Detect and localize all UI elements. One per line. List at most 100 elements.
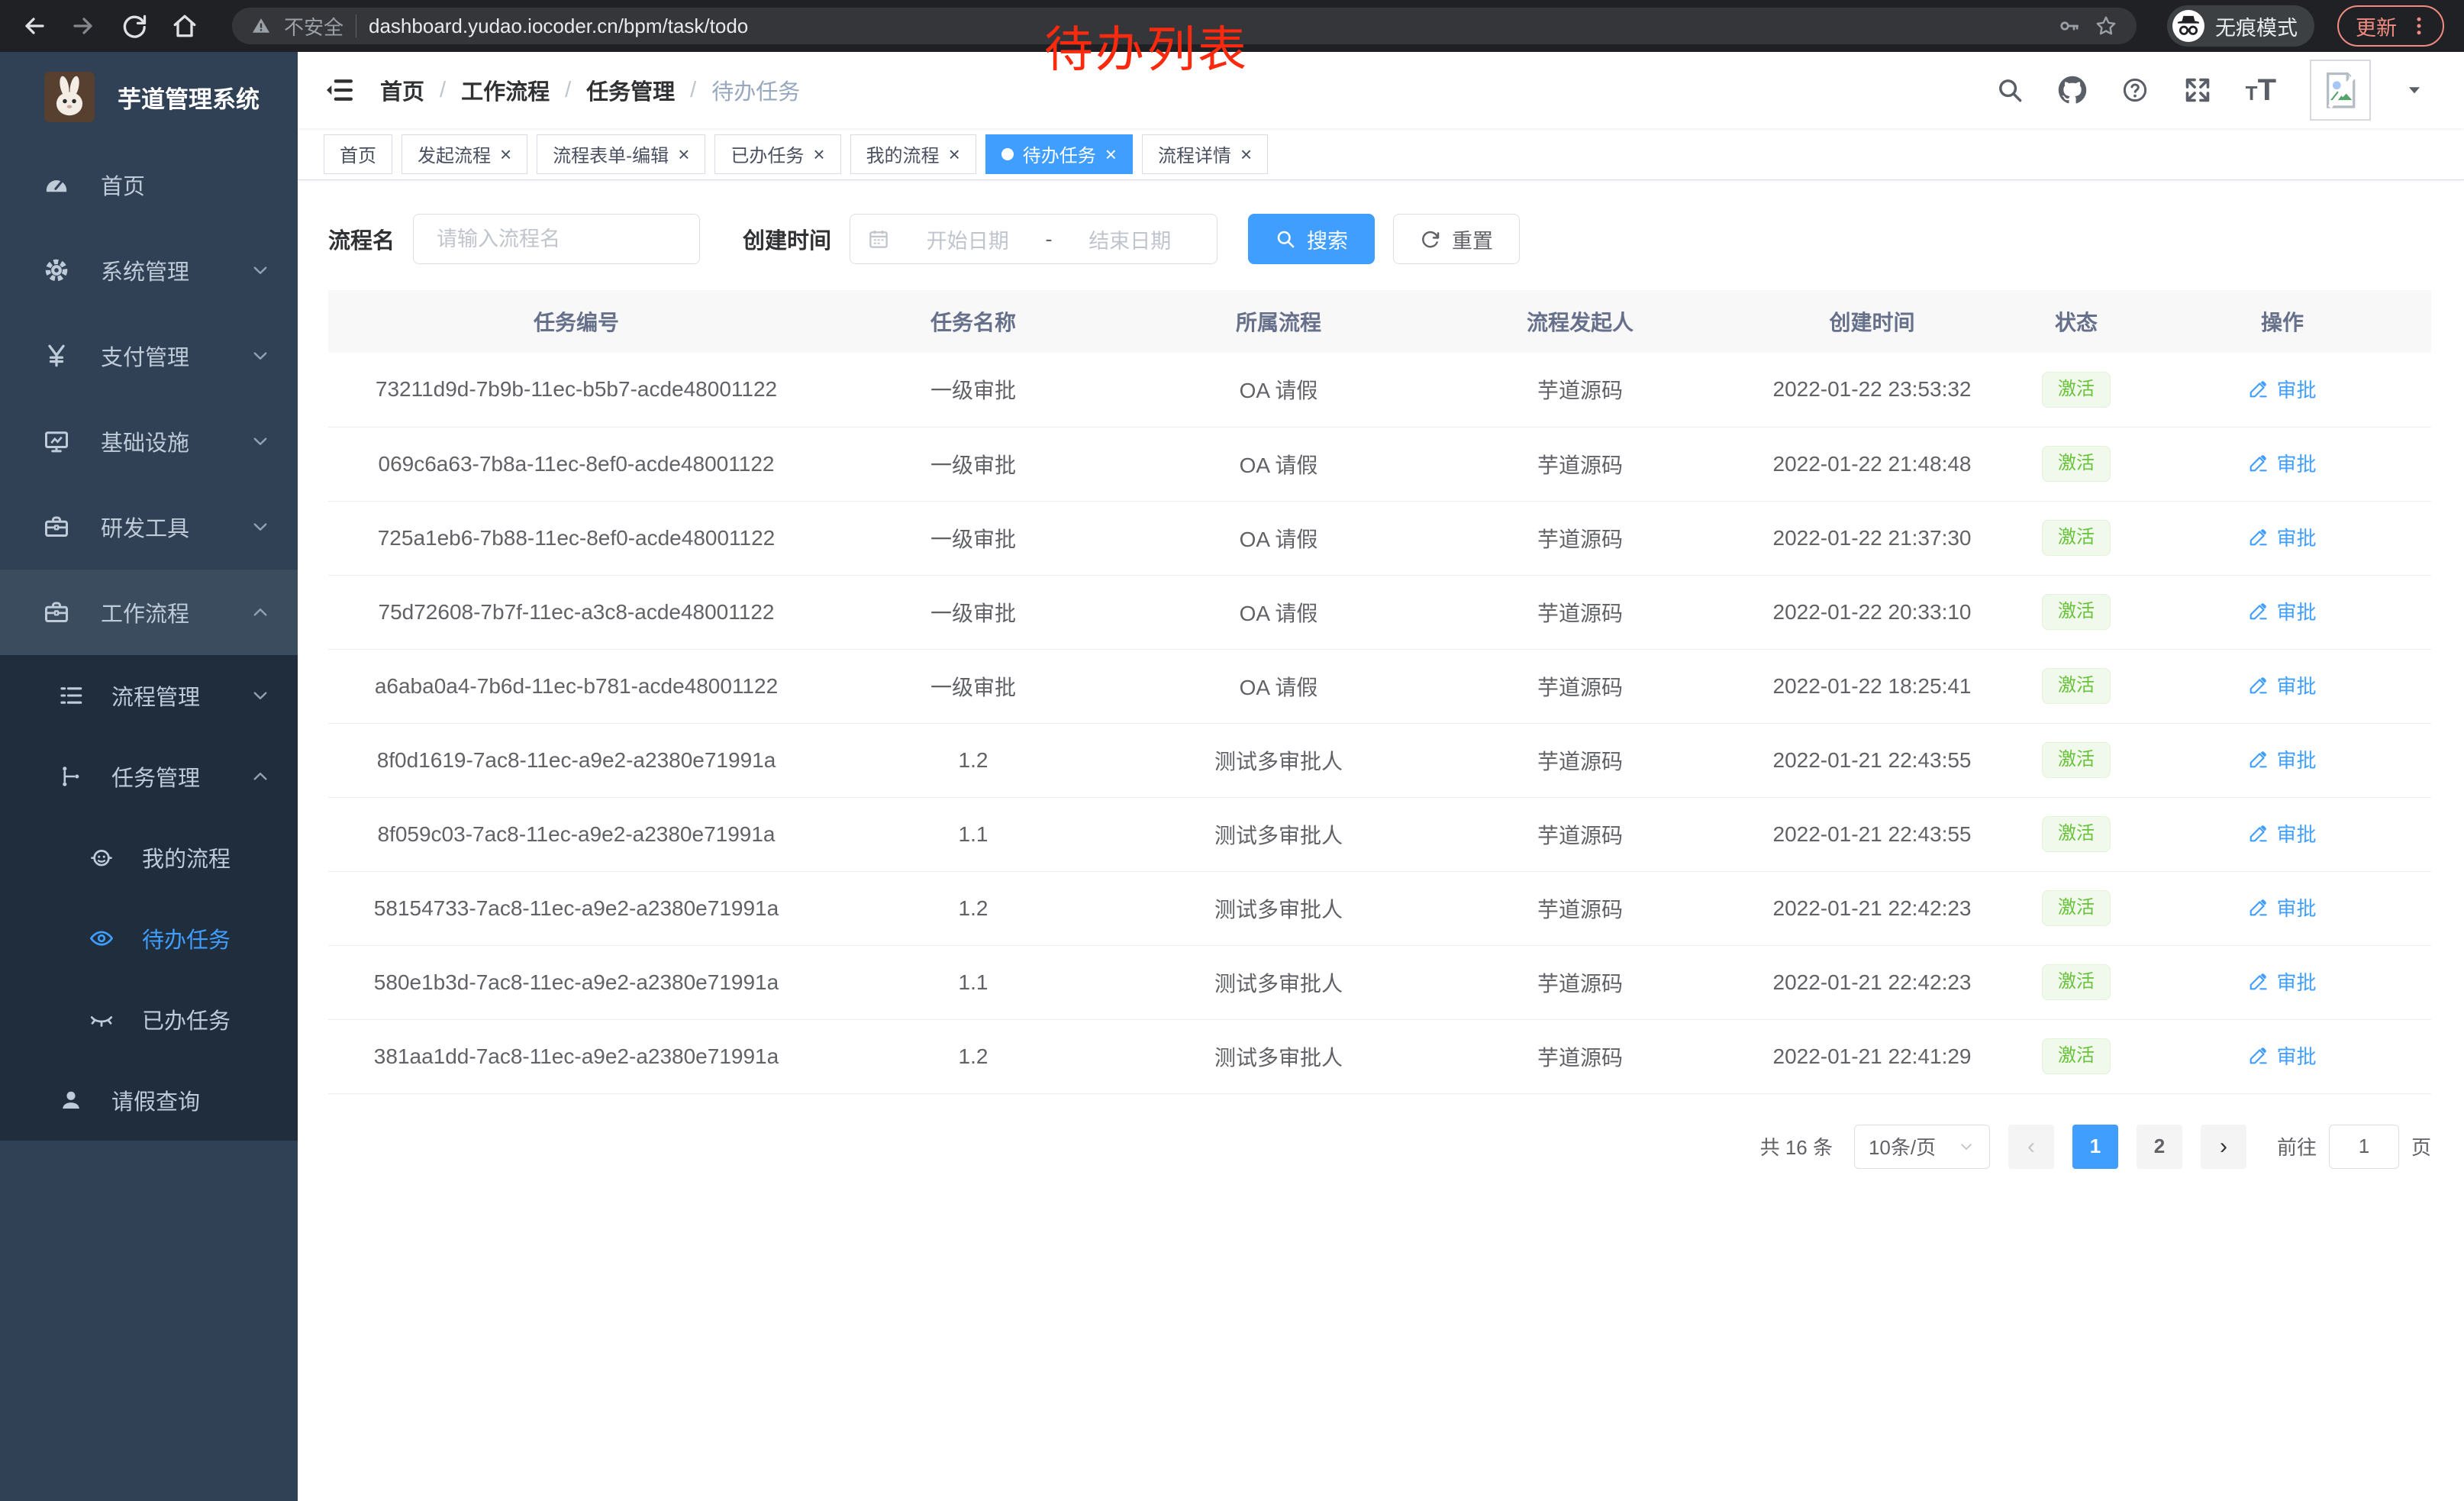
cell-task-id: 73211d9d-7b9b-11ec-b5b7-acde48001122 <box>328 353 824 427</box>
sidebar-item-infra[interactable]: 基础设施 <box>0 399 298 484</box>
table-row[interactable]: a6aba0a4-7b6d-11ec-b781-acde48001122 一级审… <box>328 649 2431 723</box>
browser-back-icon[interactable] <box>20 12 47 40</box>
table-row[interactable]: 58154733-7ac8-11ec-a9e2-a2380e71991a 1.2… <box>328 871 2431 945</box>
tab-process-detail[interactable]: 流程详情× <box>1142 134 1268 174</box>
pencil-icon <box>2248 675 2269 696</box>
approve-link[interactable]: 审批 <box>2248 745 2316 773</box>
total-count: 共 16 条 <box>1760 1132 1833 1160</box>
tab-start-process[interactable]: 发起流程× <box>402 134 527 174</box>
breadcrumb-task-mgmt[interactable]: 任务管理 <box>586 74 675 106</box>
tab-close-icon[interactable]: × <box>1105 144 1117 164</box>
github-icon[interactable] <box>2058 76 2087 105</box>
sidebar-item-process-mgmt[interactable]: 流程管理 <box>0 655 298 736</box>
cell-create-time: 2022-01-21 22:41:29 <box>1725 1019 2019 1093</box>
search-icon[interactable] <box>1995 76 2024 105</box>
chevron-down-icon <box>249 515 272 538</box>
sidebar-item-devtools[interactable]: 研发工具 <box>0 484 298 570</box>
tab-done-tasks[interactable]: 已办任务× <box>714 134 840 174</box>
search-icon <box>1275 228 1296 250</box>
reset-button[interactable]: 重置 <box>1393 214 1520 264</box>
cell-task-id: 381aa1dd-7ac8-11ec-a9e2-a2380e71991a <box>328 1019 824 1093</box>
breadcrumb-home[interactable]: 首页 <box>380 74 424 106</box>
font-size-icon[interactable]: TT <box>2246 73 2276 108</box>
search-button-label: 搜索 <box>1307 224 1348 254</box>
page-button-2[interactable]: 2 <box>2137 1125 2182 1169</box>
cell-task-id: 725a1eb6-7b88-11ec-8ef0-acde48001122 <box>328 501 824 575</box>
tab-close-icon[interactable]: × <box>500 144 511 164</box>
page-size-value: 10条/页 <box>1869 1132 1936 1160</box>
approve-link[interactable]: 审批 <box>2248 967 2316 996</box>
browser-menu-icon[interactable] <box>2408 15 2430 37</box>
security-label: 不安全 <box>284 12 343 40</box>
sidebar-item-done-tasks[interactable]: 已办任务 <box>0 979 298 1060</box>
approve-link[interactable]: 审批 <box>2248 523 2316 551</box>
sidebar-item-leave-query[interactable]: 请假查询 <box>0 1060 298 1141</box>
browser-forward-icon[interactable] <box>70 12 98 40</box>
sidebar-item-todo-tasks[interactable]: 待办任务 <box>0 898 298 979</box>
tab-close-icon[interactable]: × <box>1240 144 1252 164</box>
approve-link[interactable]: 审批 <box>2248 375 2316 403</box>
broken-image-icon <box>2319 69 2362 111</box>
date-range-picker[interactable]: 开始日期 - 结束日期 <box>850 214 1217 264</box>
tab-close-icon[interactable]: × <box>813 144 824 164</box>
sidebar-item-payment[interactable]: 支付管理 <box>0 313 298 399</box>
table-row[interactable]: 8f059c03-7ac8-11ec-a9e2-a2380e71991a 1.1… <box>328 797 2431 871</box>
cell-actions: 审批 <box>2133 723 2431 797</box>
browser-home-icon[interactable] <box>171 12 198 40</box>
cell-starter: 芋道源码 <box>1435 501 1725 575</box>
cell-task-name: 一级审批 <box>824 501 1122 575</box>
approve-link[interactable]: 审批 <box>2248 597 2316 625</box>
page-button-1[interactable]: 1 <box>2072 1125 2118 1169</box>
top-navbar: 首页 / 工作流程 / 任务管理 / 待办任务 TT <box>298 52 2464 128</box>
tab-todo-tasks[interactable]: 待办任务× <box>985 134 1133 174</box>
sidebar-fold-icon[interactable] <box>324 75 354 105</box>
table-row[interactable]: 725a1eb6-7b88-11ec-8ef0-acde48001122 一级审… <box>328 501 2431 575</box>
breadcrumb: 首页 / 工作流程 / 任务管理 / 待办任务 <box>380 74 800 106</box>
app-logo-row[interactable]: 芋道管理系统 <box>0 52 298 142</box>
prev-page-button[interactable]: ‹ <box>2008 1125 2054 1169</box>
avatar-caret-icon[interactable] <box>2404 80 2424 100</box>
cell-status: 激活 <box>2019 501 2133 575</box>
cell-status: 激活 <box>2019 649 2133 723</box>
cell-create-time: 2022-01-21 22:42:23 <box>1725 945 2019 1019</box>
table-row[interactable]: 75d72608-7b7f-11ec-a3c8-acde48001122 一级审… <box>328 575 2431 649</box>
cell-process: OA 请假 <box>1122 427 1435 501</box>
breadcrumb-workflow[interactable]: 工作流程 <box>461 74 550 106</box>
search-button[interactable]: 搜索 <box>1248 214 1375 264</box>
table-row[interactable]: 73211d9d-7b9b-11ec-b5b7-acde48001122 一级审… <box>328 353 2431 427</box>
table-row[interactable]: 8f0d1619-7ac8-11ec-a9e2-a2380e71991a 1.2… <box>328 723 2431 797</box>
approve-link[interactable]: 审批 <box>2248 449 2316 477</box>
start-date-placeholder[interactable]: 开始日期 <box>898 224 1038 254</box>
tab-form-edit[interactable]: 流程表单-编辑× <box>537 134 705 174</box>
tab-close-icon[interactable]: × <box>949 144 960 164</box>
approve-link[interactable]: 审批 <box>2248 671 2316 699</box>
sidebar-item-home[interactable]: 首页 <box>0 142 298 228</box>
password-key-icon[interactable] <box>2057 14 2082 38</box>
cell-starter: 芋道源码 <box>1435 649 1725 723</box>
approve-link[interactable]: 审批 <box>2248 1041 2316 1070</box>
next-page-button[interactable]: › <box>2201 1125 2246 1169</box>
sidebar-item-workflow[interactable]: 工作流程 <box>0 570 298 655</box>
goto-page-input[interactable] <box>2329 1125 2399 1169</box>
page-size-select[interactable]: 10条/页 <box>1854 1125 1990 1169</box>
bookmark-star-icon[interactable] <box>2094 14 2118 38</box>
help-icon[interactable] <box>2121 76 2150 105</box>
fullscreen-icon[interactable] <box>2183 76 2212 105</box>
avatar[interactable] <box>2310 60 2371 121</box>
tab-home[interactable]: 首页 <box>324 134 392 174</box>
update-button[interactable]: 更新 <box>2337 5 2444 47</box>
approve-link[interactable]: 审批 <box>2248 893 2316 922</box>
sidebar-item-task-mgmt[interactable]: 任务管理 <box>0 736 298 817</box>
approve-link[interactable]: 审批 <box>2248 819 2316 847</box>
tab-my-process[interactable]: 我的流程× <box>850 134 976 174</box>
tab-close-icon[interactable]: × <box>678 144 689 164</box>
sidebar-item-my-process[interactable]: 我的流程 <box>0 817 298 898</box>
table-row[interactable]: 580e1b3d-7ac8-11ec-a9e2-a2380e71991a 1.1… <box>328 945 2431 1019</box>
end-date-placeholder[interactable]: 结束日期 <box>1060 224 1201 254</box>
table-row[interactable]: 381aa1dd-7ac8-11ec-a9e2-a2380e71991a 1.2… <box>328 1019 2431 1093</box>
browser-reload-icon[interactable] <box>121 12 148 40</box>
table-row[interactable]: 069c6a63-7b8a-11ec-8ef0-acde48001122 一级审… <box>328 427 2431 501</box>
pencil-icon <box>2248 379 2269 399</box>
process-name-input[interactable] <box>413 214 700 264</box>
sidebar-item-system[interactable]: 系统管理 <box>0 228 298 313</box>
